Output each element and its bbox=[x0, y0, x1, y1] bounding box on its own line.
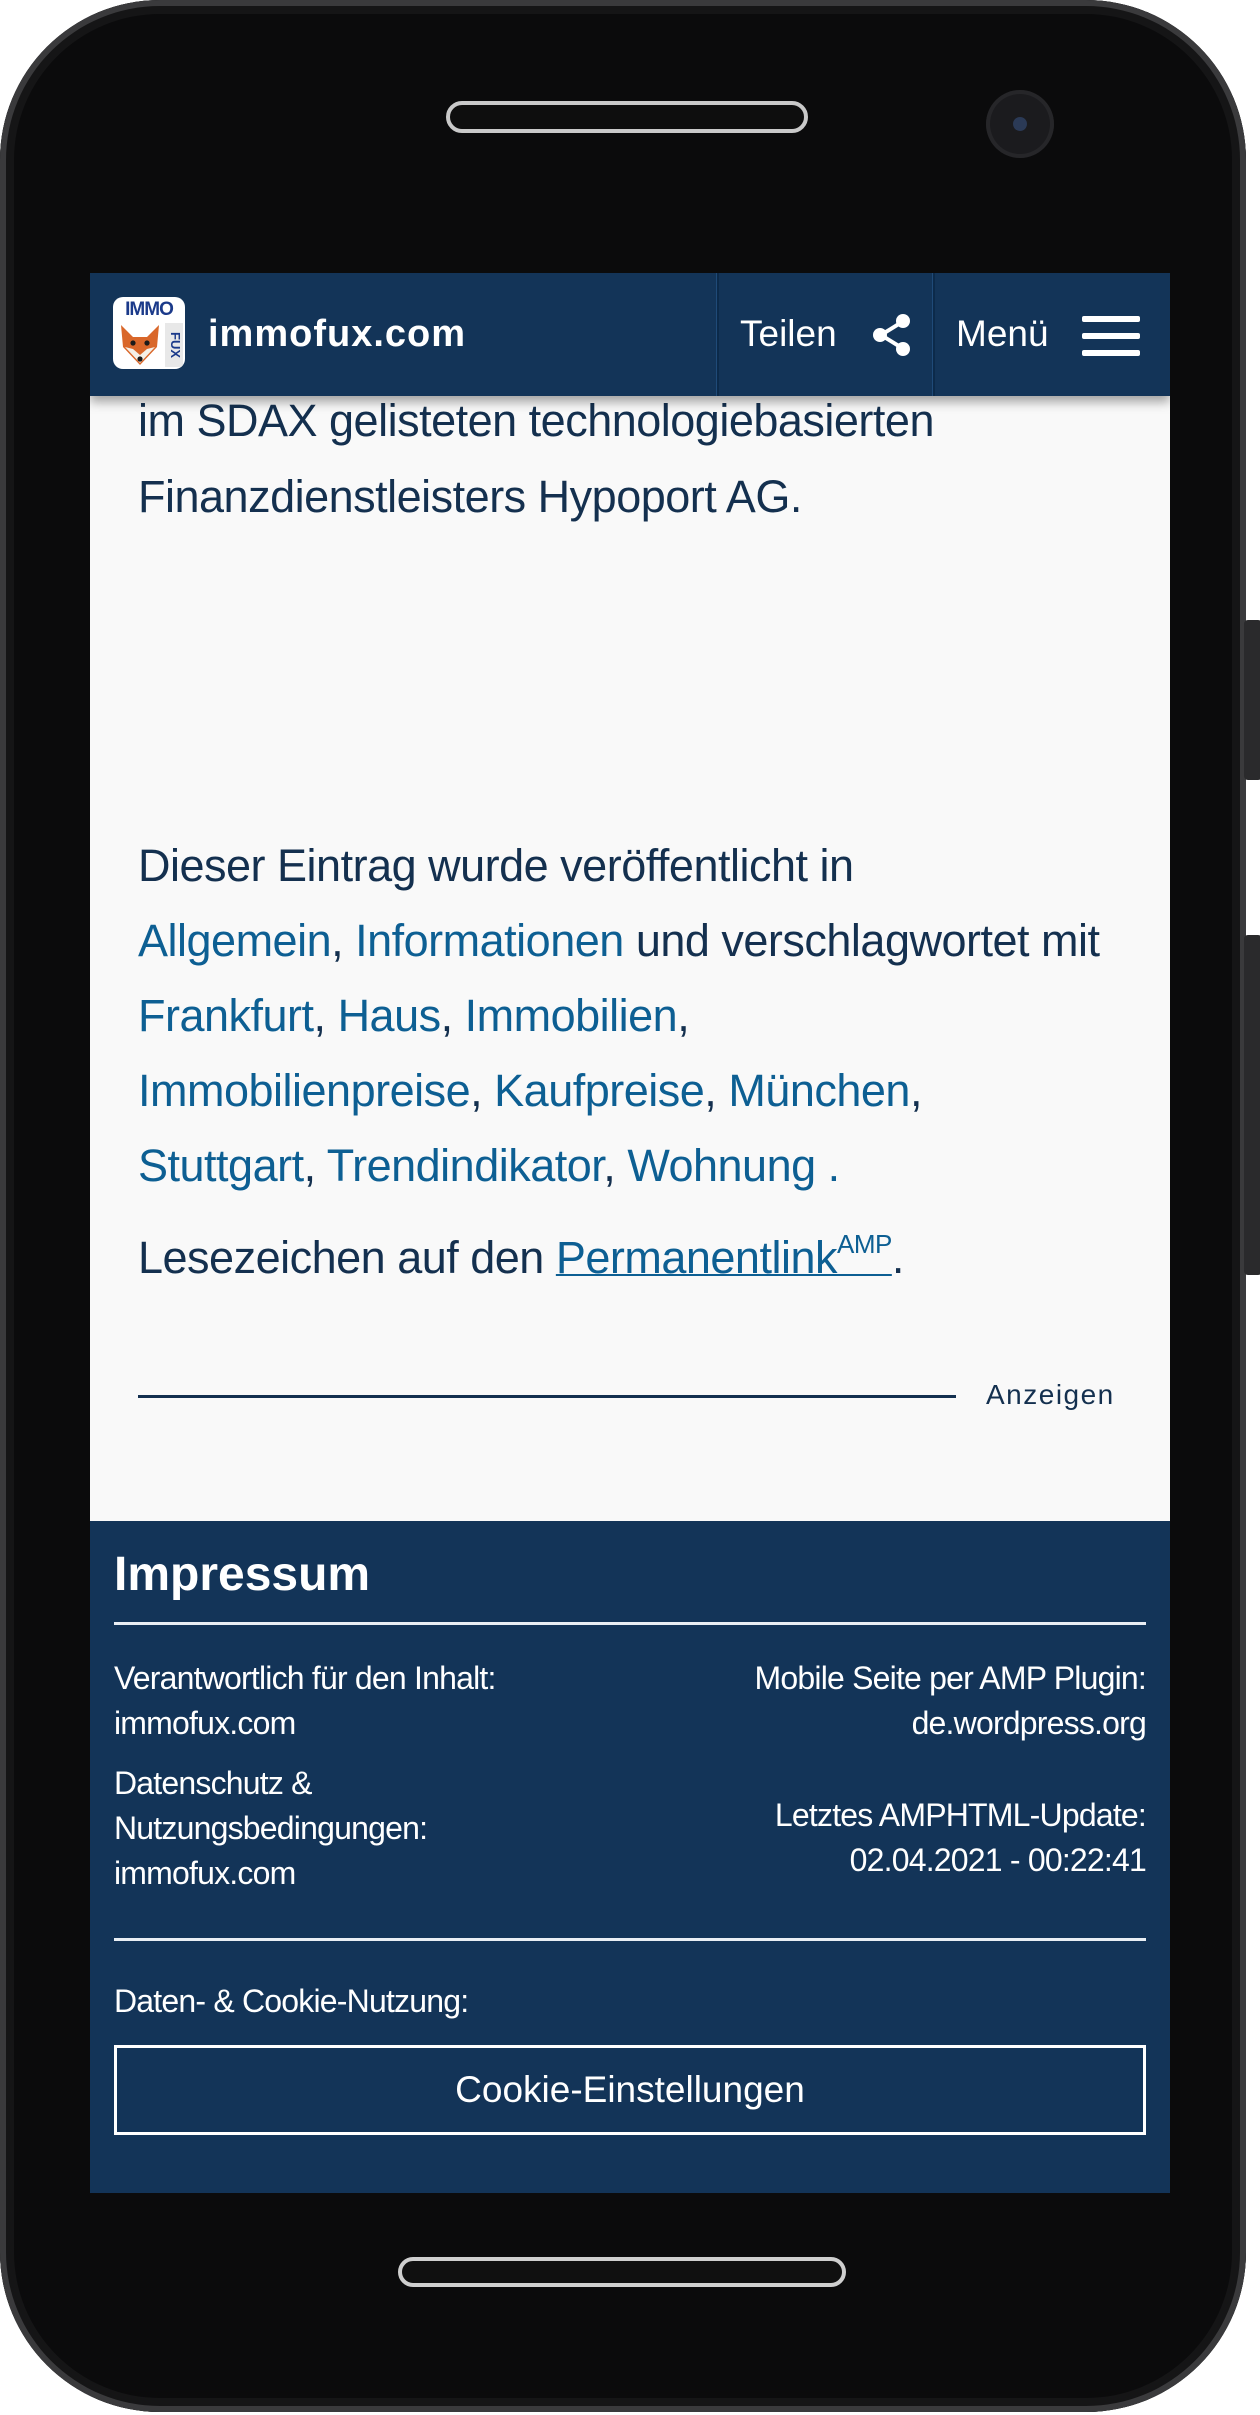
amp-plugin-label: Mobile Seite per AMP Plugin: bbox=[754, 1660, 1147, 1696]
site-logo[interactable]: IMMO FUX bbox=[113, 297, 185, 369]
intro-line-2: Finanzdienstleisters Hypoport AG. bbox=[138, 471, 802, 522]
menu-button[interactable]: Menü bbox=[934, 273, 1170, 396]
tag-link-wohnung[interactable]: Wohnung bbox=[627, 1140, 816, 1191]
site-title[interactable]: immofux.com bbox=[208, 311, 466, 357]
cookie-settings-button[interactable]: Cookie-Einstellungen bbox=[114, 2045, 1146, 2135]
meta-prefix: Dieser Eintrag wurde veröffentlicht in bbox=[138, 840, 854, 891]
tag-link-immobilienpreise[interactable]: Immobilienpreise bbox=[138, 1065, 471, 1116]
cookie-usage-label: Daten- & Cookie-Nutzung: bbox=[114, 1983, 469, 2019]
meta-middle: und verschlagwortet mit bbox=[635, 915, 1100, 966]
volume-button bbox=[1244, 620, 1260, 780]
top-app-bar: IMMO FUX immofux.com Teilen Menü bbox=[90, 273, 1170, 396]
logo-side-text: FUX bbox=[165, 323, 183, 367]
amp-plugin-block: Mobile Seite per AMP Plugin: de.wordpres… bbox=[754, 1656, 1147, 1746]
post-meta: Dieser Eintrag wurde veröffentlicht in A… bbox=[138, 840, 1100, 1191]
privacy-block: Datenschutz & Nutzungsbedingungen: immof… bbox=[114, 1761, 428, 1896]
logo-text: IMMO bbox=[125, 299, 174, 320]
earpiece-speaker bbox=[446, 101, 808, 133]
intro-line-1: im SDAX gelisteten technologiebasierten bbox=[138, 395, 934, 446]
tag-link-trendindikator[interactable]: Trendindikator bbox=[327, 1140, 604, 1191]
bookmark-prefix: Lesezeichen auf den bbox=[138, 1232, 544, 1283]
amphtml-update-value: 02.04.2021 - 00:22:41 bbox=[849, 1842, 1147, 1878]
permalink-label: Permanentlink bbox=[555, 1232, 838, 1283]
share-button[interactable]: Teilen bbox=[718, 273, 932, 396]
permalink-link[interactable]: PermanentlinkAMP bbox=[555, 1229, 892, 1283]
power-button bbox=[1244, 935, 1260, 1275]
impressum-title: Impressum bbox=[114, 1548, 371, 1601]
ads-label: Anzeigen bbox=[986, 1379, 1115, 1410]
footer-divider bbox=[114, 1938, 1146, 1941]
responsible-label: Verantwortlich für den Inhalt: bbox=[114, 1660, 496, 1696]
tag-link-immobilien[interactable]: Immobilien bbox=[465, 990, 678, 1041]
browser-screen: im SDAX gelisteten technologiebasierten … bbox=[90, 273, 1170, 2193]
share-icon bbox=[873, 314, 910, 356]
bookmark-line: Lesezeichen auf den PermanentlinkAMP. bbox=[138, 1229, 904, 1283]
amphtml-update-label: Letztes AMPHTML-Update: bbox=[774, 1797, 1147, 1833]
share-label: Teilen bbox=[740, 313, 837, 354]
hamburger-menu-icon bbox=[1082, 316, 1140, 356]
home-indicator[interactable] bbox=[398, 2257, 846, 2287]
privacy-value[interactable]: immofux.com bbox=[114, 1855, 296, 1891]
privacy-label-1: Datenschutz & bbox=[114, 1765, 313, 1801]
tag-link-frankfurt[interactable]: Frankfurt bbox=[138, 990, 314, 1041]
permalink-amp-sup: AMP bbox=[837, 1229, 892, 1259]
category-link-allgemein[interactable]: Allgemein bbox=[138, 915, 332, 966]
fox-logo-icon bbox=[121, 325, 159, 365]
phone-frame: im SDAX gelisteten technologiebasierten … bbox=[0, 0, 1260, 2412]
front-camera bbox=[986, 90, 1054, 158]
tag-link-muenchen[interactable]: München bbox=[728, 1065, 910, 1116]
footer-divider bbox=[114, 1622, 1146, 1625]
tag-link-haus[interactable]: Haus bbox=[338, 990, 442, 1041]
privacy-label-2: Nutzungsbedingungen: bbox=[114, 1810, 428, 1846]
responsible-value[interactable]: immofux.com bbox=[114, 1705, 296, 1741]
tag-link-stuttgart[interactable]: Stuttgart bbox=[138, 1140, 304, 1191]
amp-plugin-value[interactable]: de.wordpress.org bbox=[912, 1705, 1147, 1741]
responsible-block: Verantwortlich für den Inhalt: immofux.c… bbox=[114, 1656, 496, 1746]
category-link-informationen[interactable]: Informationen bbox=[355, 915, 624, 966]
article-intro: im SDAX gelisteten technologiebasierten … bbox=[138, 383, 1128, 535]
ads-divider bbox=[138, 1395, 956, 1398]
tag-link-kaufpreise[interactable]: Kaufpreise bbox=[494, 1065, 705, 1116]
menu-label: Menü bbox=[956, 313, 1049, 354]
amphtml-update-block: Letztes AMPHTML-Update: 02.04.2021 - 00:… bbox=[774, 1793, 1147, 1883]
impressum-footer: Impressum Verantwortlich für den Inhalt:… bbox=[90, 1521, 1170, 2193]
meta-end-dot: . bbox=[827, 1140, 841, 1191]
